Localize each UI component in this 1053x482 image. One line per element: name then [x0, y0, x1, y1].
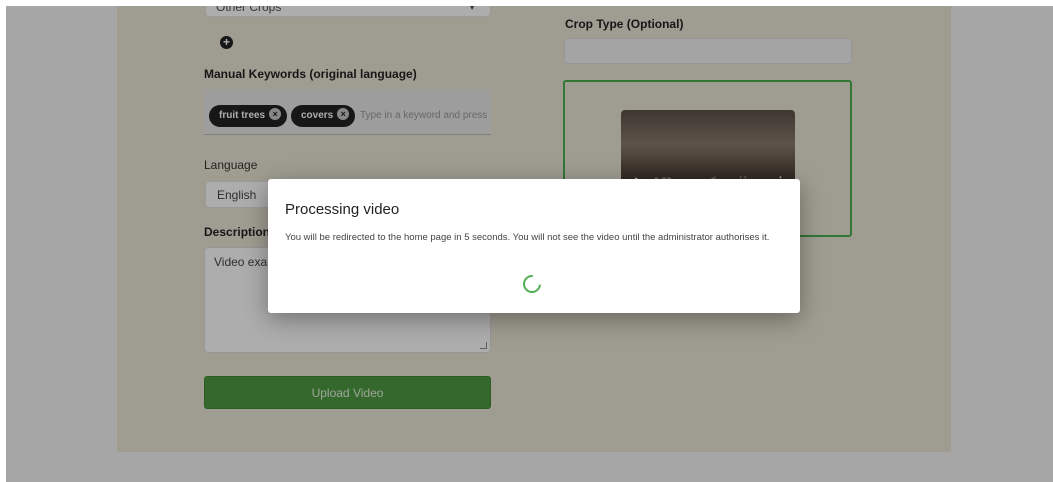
- loading-spinner-icon: [519, 271, 545, 297]
- dialog-message: You will be redirected to the home page …: [285, 232, 770, 243]
- processing-dialog: Processing video You will be redirected …: [268, 179, 800, 313]
- browser-viewport: Other Crops ▼ + Manual Keywords (origina…: [6, 6, 1053, 482]
- dialog-title: Processing video: [285, 201, 400, 218]
